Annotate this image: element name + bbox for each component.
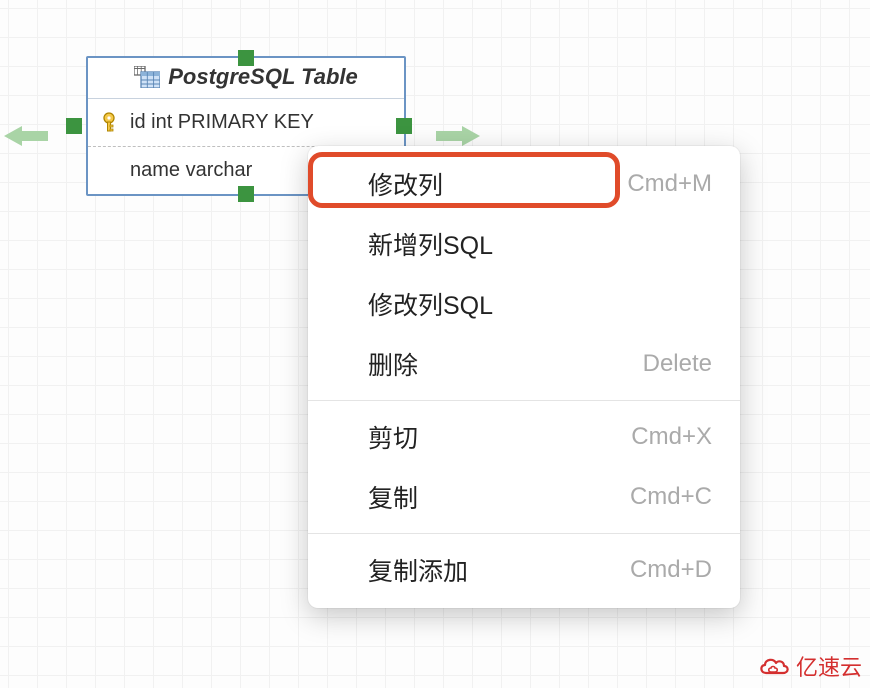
arrow-left-icon (4, 124, 48, 148)
resize-handle-left[interactable] (66, 118, 82, 134)
table-row[interactable]: id int PRIMARY KEY (88, 99, 404, 147)
menu-label: 剪切 (368, 419, 418, 455)
cloud-icon (758, 655, 790, 677)
menu-shortcut: Cmd+X (631, 423, 712, 451)
column-label: id int PRIMARY KEY (130, 111, 390, 134)
menu-separator (308, 533, 740, 534)
watermark-text: 亿速云 (796, 650, 862, 682)
menu-item-add-column-sql[interactable]: 新增列SQL (308, 214, 740, 274)
context-menu: 修改列 Cmd+M 新增列SQL 修改列SQL 删除 Delete 剪切 Cmd… (308, 146, 740, 608)
key-icon (102, 112, 120, 134)
menu-label: 新增列SQL (368, 226, 493, 262)
menu-separator (308, 400, 740, 401)
entity-title: PostgreSQL Table (168, 64, 358, 90)
resize-handle-right[interactable] (396, 118, 412, 134)
watermark: 亿速云 (758, 650, 862, 682)
menu-item-modify-column[interactable]: 修改列 Cmd+M (308, 154, 740, 214)
menu-item-copy[interactable]: 复制 Cmd+C (308, 467, 740, 527)
menu-shortcut: Cmd+C (630, 483, 712, 511)
table-icon (134, 66, 160, 88)
menu-label: 修改列 (368, 166, 443, 202)
menu-shortcut: Cmd+D (630, 556, 712, 584)
menu-item-cut[interactable]: 剪切 Cmd+X (308, 407, 740, 467)
arrow-right-icon (436, 124, 480, 148)
menu-label: 删除 (368, 346, 418, 382)
menu-item-copy-add[interactable]: 复制添加 Cmd+D (308, 540, 740, 600)
resize-handle-top[interactable] (238, 50, 254, 66)
menu-shortcut: Cmd+M (627, 170, 712, 198)
menu-item-modify-column-sql[interactable]: 修改列SQL (308, 274, 740, 334)
menu-label: 修改列SQL (368, 286, 493, 322)
menu-label: 复制 (368, 479, 418, 515)
menu-item-delete[interactable]: 删除 Delete (308, 334, 740, 394)
menu-label: 复制添加 (368, 552, 468, 588)
menu-shortcut: Delete (643, 350, 712, 378)
resize-handle-bottom[interactable] (238, 186, 254, 202)
